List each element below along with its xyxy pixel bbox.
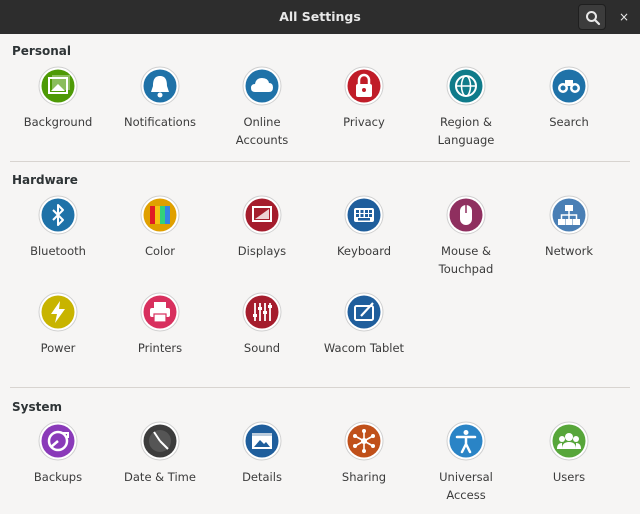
settings-item-bluetooth[interactable]: Bluetooth [7, 195, 109, 260]
settings-item-label: Region & Language [437, 115, 495, 147]
wacom-tablet-icon [344, 292, 384, 332]
header-bar: All Settings × [0, 0, 640, 34]
settings-item-label: Privacy [343, 115, 385, 129]
settings-item-backups[interactable]: Backups [7, 421, 109, 486]
notifications-icon [140, 66, 180, 106]
settings-item-label: Online Accounts [235, 115, 289, 147]
settings-item-label: Sound [243, 341, 281, 355]
settings-item-network[interactable]: Network [518, 195, 620, 260]
settings-item-label: Displays [237, 244, 287, 258]
divider [10, 387, 630, 388]
close-icon: × [618, 10, 630, 24]
settings-item-date-time[interactable]: Date & Time [109, 421, 211, 486]
details-icon [242, 421, 282, 461]
window-title: All Settings [279, 9, 361, 24]
settings-item-region-language[interactable]: Region & Language [415, 66, 517, 149]
settings-item-label: Details [242, 470, 282, 484]
network-icon [549, 195, 589, 235]
users-icon [549, 421, 589, 461]
settings-item-label: Printers [137, 341, 183, 355]
close-button[interactable]: × [612, 5, 636, 29]
settings-item-label: Mouse & Touchpad [438, 244, 494, 276]
settings-item-sharing[interactable]: Sharing [313, 421, 415, 486]
settings-item-privacy[interactable]: Privacy [313, 66, 415, 131]
section-title-system: System [12, 400, 62, 414]
settings-item-color[interactable]: Color [109, 195, 211, 260]
section-title-hardware: Hardware [12, 173, 78, 187]
divider [10, 161, 630, 162]
sound-icon [242, 292, 282, 332]
settings-item-sound[interactable]: Sound [211, 292, 313, 357]
displays-icon [242, 195, 282, 235]
settings-item-displays[interactable]: Displays [211, 195, 313, 260]
universal-access-icon [446, 421, 486, 461]
settings-item-background[interactable]: Background [7, 66, 109, 131]
color-icon [140, 195, 180, 235]
search-button[interactable] [578, 4, 606, 30]
settings-item-details[interactable]: Details [211, 421, 313, 486]
settings-item-label: Background [23, 115, 93, 129]
date-time-icon [140, 421, 180, 461]
printers-icon [140, 292, 180, 332]
privacy-icon [344, 66, 384, 106]
search-settings-icon [549, 66, 589, 106]
settings-item-label: Search [549, 115, 589, 129]
settings-item-label: Keyboard [336, 244, 392, 258]
settings-item-power[interactable]: Power [7, 292, 109, 357]
mouse-icon [446, 195, 486, 235]
background-icon [38, 66, 78, 106]
sharing-icon [344, 421, 384, 461]
settings-item-search-settings[interactable]: Search [518, 66, 620, 131]
settings-item-label: Wacom Tablet [323, 341, 405, 355]
settings-item-wacom-tablet[interactable]: Wacom Tablet [313, 292, 415, 357]
settings-item-users[interactable]: Users [518, 421, 620, 486]
settings-item-notifications[interactable]: Notifications [109, 66, 211, 131]
settings-item-label: Notifications [124, 115, 196, 129]
settings-item-online-accounts[interactable]: Online Accounts [211, 66, 313, 149]
settings-item-label: Color [144, 244, 176, 258]
settings-item-label: Bluetooth [30, 244, 86, 258]
search-icon [586, 11, 601, 26]
online-accounts-icon [242, 66, 282, 106]
settings-item-universal-access[interactable]: Universal Access [415, 421, 517, 504]
settings-item-label: Backups [33, 470, 83, 484]
settings-item-label: Universal Access [439, 470, 493, 502]
settings-item-label: Power [40, 341, 76, 355]
bluetooth-icon [38, 195, 78, 235]
settings-item-printers[interactable]: Printers [109, 292, 211, 357]
settings-item-label: Date & Time [124, 470, 196, 484]
settings-item-keyboard[interactable]: Keyboard [313, 195, 415, 260]
keyboard-icon [344, 195, 384, 235]
settings-item-label: Sharing [341, 470, 387, 484]
settings-item-label: Network [544, 244, 594, 258]
settings-item-label: Users [552, 470, 586, 484]
section-title-personal: Personal [12, 44, 71, 58]
power-icon [38, 292, 78, 332]
settings-item-mouse[interactable]: Mouse & Touchpad [415, 195, 517, 278]
region-language-icon [446, 66, 486, 106]
backups-icon [38, 421, 78, 461]
